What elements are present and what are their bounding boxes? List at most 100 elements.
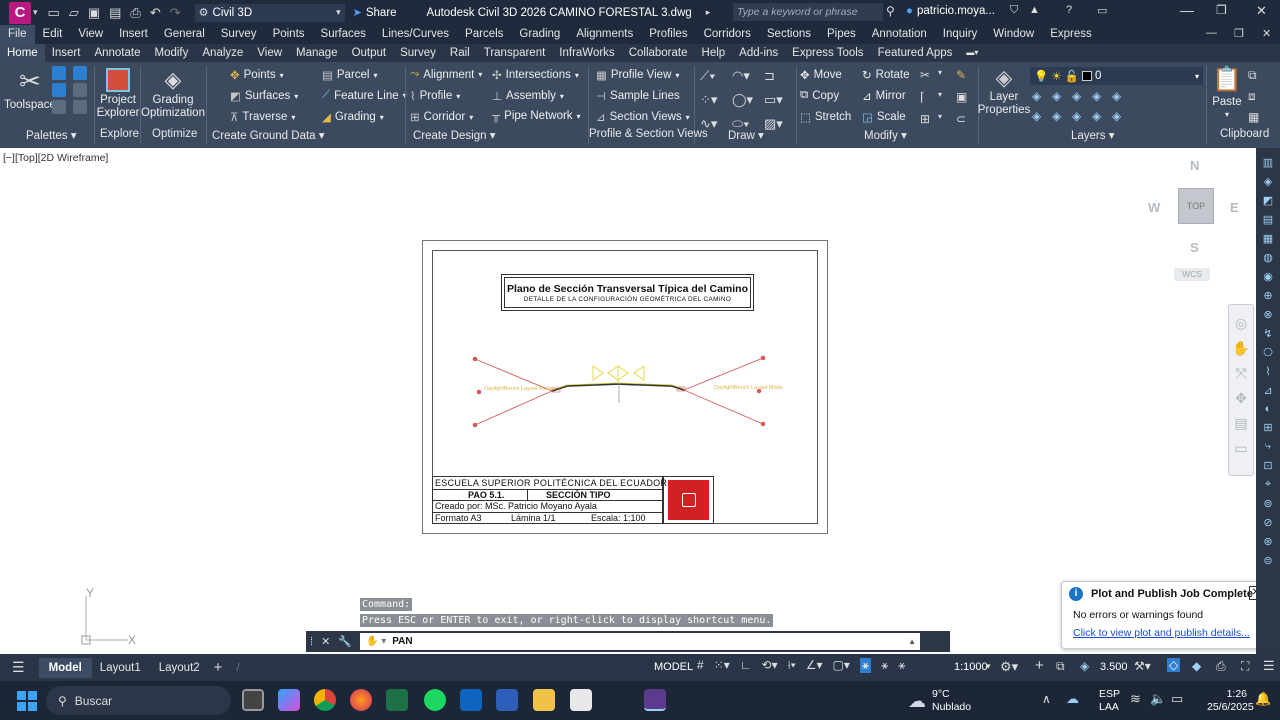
isolate-icon[interactable]: ⧉ xyxy=(1056,659,1065,674)
layer-tool-9-icon[interactable]: ◈ xyxy=(1092,109,1112,123)
tab-model[interactable]: Model xyxy=(38,657,92,678)
clean-screen-toggle-icon[interactable]: ◇ xyxy=(1167,658,1181,672)
grading-optimization-button[interactable]: ◈ Grading Optimization xyxy=(141,68,205,120)
battery-icon[interactable]: ▭ xyxy=(1171,691,1183,707)
tool-palette-icon[interactable] xyxy=(73,100,87,114)
circle-icon[interactable]: ◯▾ xyxy=(732,92,764,108)
save-as-icon[interactable]: ▤ xyxy=(109,5,121,21)
close-icon[interactable]: ✕ xyxy=(321,635,330,648)
offset-icon[interactable]: ⊂ xyxy=(956,112,974,126)
firefox-icon[interactable] xyxy=(350,689,372,711)
parcel-menu[interactable]: ▤ Parcel ▾ xyxy=(322,68,378,82)
menu-item-annotation[interactable]: Annotation xyxy=(864,25,935,44)
auto-scale-icon[interactable]: ⚹ xyxy=(881,658,888,673)
menu-item-sections[interactable]: Sections xyxy=(759,25,819,44)
customization-icon[interactable]: ☰ xyxy=(1263,658,1275,674)
trim-dropdown-icon[interactable]: ▾ xyxy=(938,68,956,82)
profile-menu[interactable]: ⌇ Profile ▾ xyxy=(410,89,460,103)
search-icon[interactable]: ⚲ xyxy=(886,4,895,18)
menu-item-alignments[interactable]: Alignments xyxy=(568,25,641,44)
viewcube-top-face[interactable]: TOP xyxy=(1178,188,1214,224)
tool-strip-10-icon[interactable]: ↯ xyxy=(1263,327,1272,340)
autodesk-app-icon[interactable]: ▲ xyxy=(1029,4,1040,16)
rotate-button[interactable]: ↻ Rotate xyxy=(862,68,910,82)
layer-iso-icon[interactable]: ◈ xyxy=(1080,659,1089,673)
arc-icon[interactable]: ◠▾ xyxy=(732,68,764,84)
layer-tool-10-icon[interactable]: ◈ xyxy=(1112,109,1132,123)
menu-item-surfaces[interactable]: Surfaces xyxy=(313,25,374,44)
object-snap-icon[interactable]: ▢▾ xyxy=(833,658,850,673)
layer-tool-3-icon[interactable]: ◈ xyxy=(1072,89,1092,103)
tab-analyze[interactable]: Analyze xyxy=(195,44,250,62)
menu-item-grading[interactable]: Grading xyxy=(511,25,568,44)
tab-layout2[interactable]: Layout2 xyxy=(159,662,200,674)
polyline-icon[interactable]: ⊐ xyxy=(764,68,796,84)
tab-help[interactable]: Help xyxy=(695,44,733,62)
compass-east[interactable]: E xyxy=(1230,200,1239,215)
match-clip-icon[interactable]: ▦ xyxy=(1248,110,1259,124)
drawing-canvas[interactable]: [−][Top][2D Wireframe] N W E S TOP WCS ◎… xyxy=(0,148,1269,654)
grid-icon[interactable]: # xyxy=(697,658,704,673)
hardware-accel-icon[interactable]: ⚒▾ xyxy=(1134,659,1151,673)
copilot-icon[interactable] xyxy=(278,689,300,711)
chevron-down-icon[interactable]: ▾ xyxy=(986,661,991,672)
tool-strip-12-icon[interactable]: ⌇ xyxy=(1265,365,1270,378)
erase-icon[interactable]: ✎ xyxy=(956,68,974,82)
snap-icon[interactable]: ⁙▾ xyxy=(714,658,730,673)
annotation-scale-value[interactable]: 1:1000 xyxy=(954,661,988,673)
surfaces-menu[interactable]: ◩ Surfaces ▾ xyxy=(230,89,298,103)
spotify-icon[interactable] xyxy=(424,689,446,711)
tool-strip-20-icon[interactable]: ⊘ xyxy=(1263,516,1272,529)
close-window-icon[interactable]: ✕ xyxy=(1256,3,1267,19)
zoom-extents-icon[interactable]: ⤧ xyxy=(1235,365,1246,382)
sample-lines-button[interactable]: ⊣ Sample Lines xyxy=(596,89,680,103)
layer-dropdown[interactable]: 💡 ☀ 🔓 0 ▾ xyxy=(1030,67,1203,85)
toolspace-button[interactable]: ✂ Toolspace xyxy=(4,66,56,111)
notification-link[interactable]: Click to view plot and publish details..… xyxy=(1073,627,1250,639)
word-icon[interactable] xyxy=(496,689,518,711)
customize-wrench-icon[interactable]: 🔧 xyxy=(338,635,352,648)
tab-featured-apps[interactable]: Featured Apps xyxy=(871,44,960,62)
layer-tool-7-icon[interactable]: ◈ xyxy=(1052,109,1072,123)
layer-tool-8-icon[interactable]: ◈ xyxy=(1072,109,1092,123)
annotation-scale-icon[interactable]: ⚹ xyxy=(898,658,905,673)
trim-icon[interactable]: ✂ xyxy=(920,68,938,82)
tray-chevron-up-icon[interactable]: ∧ xyxy=(1042,692,1051,706)
project-explorer-button[interactable]: Project Explorer xyxy=(97,68,139,120)
minimize-window-icon[interactable]: — xyxy=(1180,2,1194,18)
rectangle-icon[interactable]: ▭▾ xyxy=(764,92,796,108)
panel-modify[interactable]: Modify ▾ xyxy=(864,128,907,142)
menu-item-general[interactable]: General xyxy=(156,25,213,44)
doc-restore-icon[interactable]: ❐ xyxy=(1234,27,1244,40)
doc-minimize-icon[interactable]: — xyxy=(1206,27,1217,39)
tab-layout1[interactable]: Layout1 xyxy=(100,662,141,674)
menu-item-window[interactable]: Window xyxy=(985,25,1042,44)
ucs-icon[interactable]: Y X xyxy=(78,584,148,646)
command-input[interactable]: ✋ ▾ PAN ▲ xyxy=(359,633,920,650)
tab-rail[interactable]: Rail xyxy=(443,44,477,62)
paste-button[interactable]: 📋 Paste ▾ xyxy=(1212,66,1242,119)
tab-infraworks[interactable]: InfraWorks xyxy=(552,44,621,62)
tool-strip-13-icon[interactable]: ⊿ xyxy=(1263,384,1272,397)
command-history-up-icon[interactable]: ▲ xyxy=(908,637,916,646)
pipe-network-menu[interactable]: ╥ Pipe Network ▾ xyxy=(492,110,581,122)
toolbox-icon[interactable] xyxy=(73,83,87,97)
plot-icon[interactable]: ⎙ xyxy=(130,5,140,21)
traverse-menu[interactable]: ⊼ Traverse ▾ xyxy=(230,110,295,124)
layer-tool-6-icon[interactable]: ◈ xyxy=(1032,109,1052,123)
restore-window-icon[interactable]: ❐ xyxy=(1216,3,1227,17)
store-icon[interactable] xyxy=(570,689,592,711)
layer-tool-4-icon[interactable]: ◈ xyxy=(1092,89,1112,103)
ribbon-more-tabs-icon[interactable]: ▬▾ xyxy=(959,44,985,62)
tool-strip-7-icon[interactable]: ◉ xyxy=(1263,270,1273,283)
hatch-icon[interactable]: ▨▾ xyxy=(764,116,796,132)
cart-icon[interactable]: ⛉ xyxy=(1010,4,1018,17)
menu-item-file[interactable]: File xyxy=(0,25,35,44)
object-snap-tracking-icon[interactable]: ∠▾ xyxy=(806,658,823,673)
cut-clip-icon[interactable]: ⧈ xyxy=(1248,89,1259,104)
assembly-menu[interactable]: ⊥ Assembly ▾ xyxy=(492,89,564,103)
save-icon[interactable]: ▣ xyxy=(88,5,100,21)
units-icon[interactable]: ◆ xyxy=(1192,659,1201,673)
compass-west[interactable]: W xyxy=(1148,200,1160,215)
tab-survey[interactable]: Survey xyxy=(393,44,443,62)
